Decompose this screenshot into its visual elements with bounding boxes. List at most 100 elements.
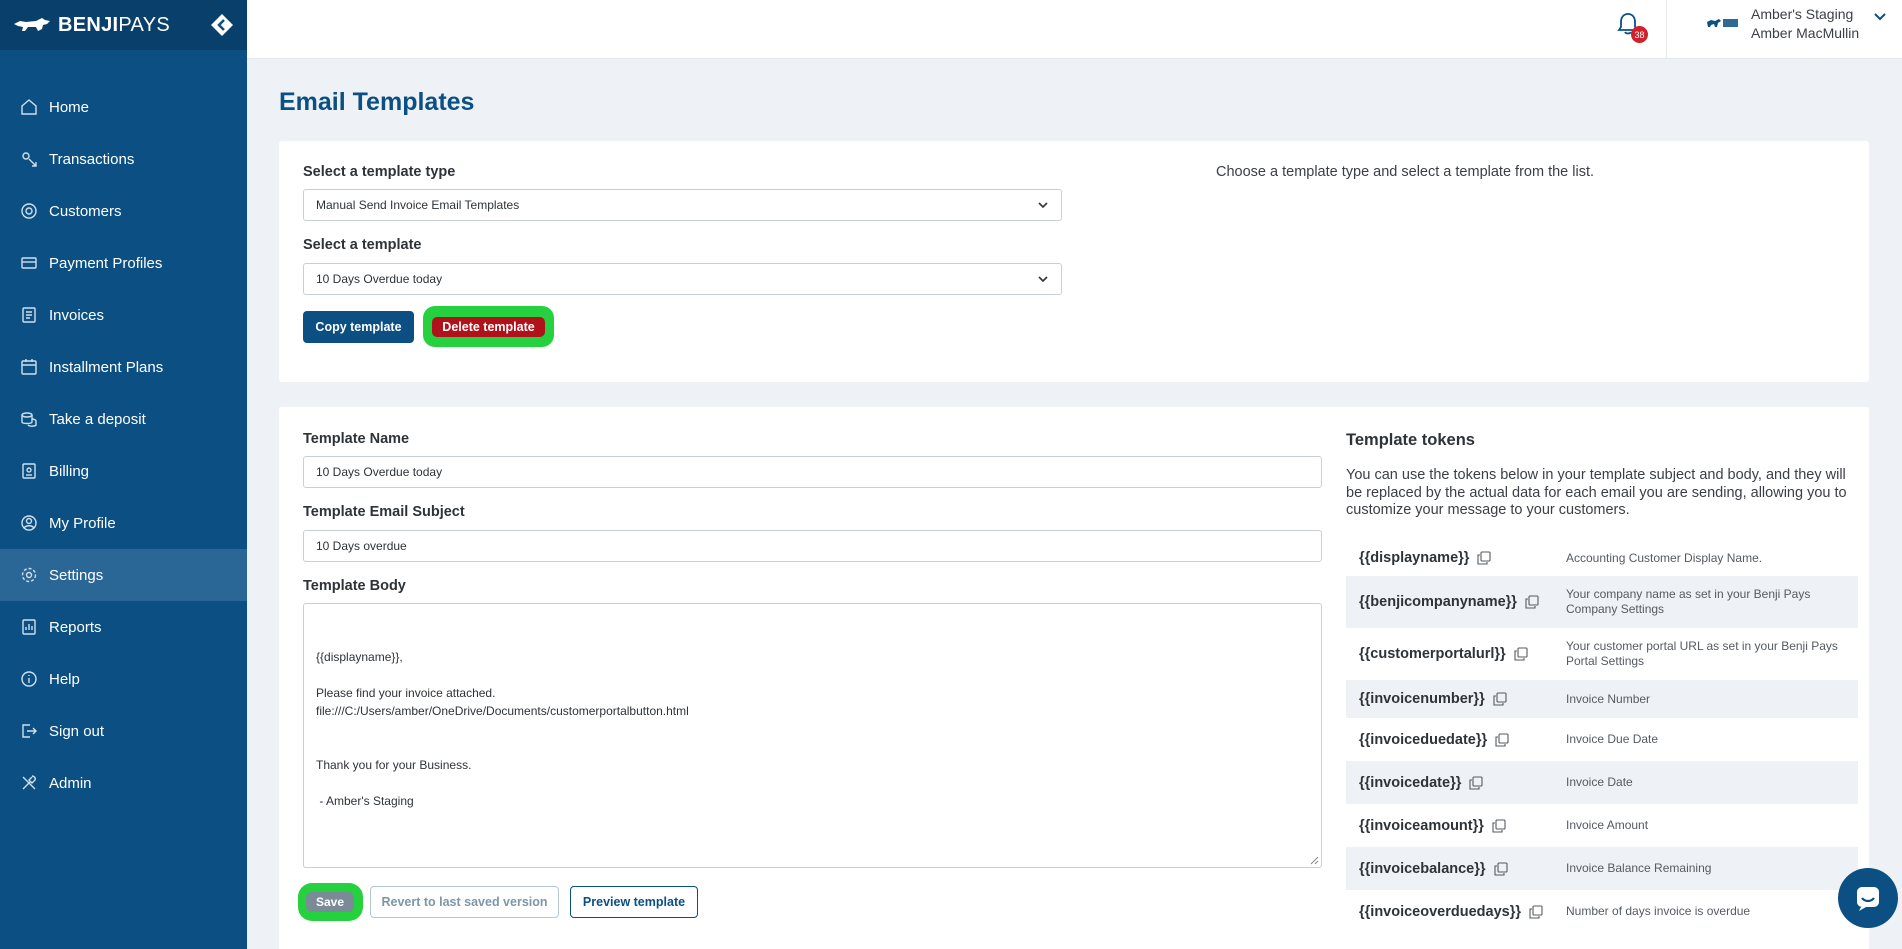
token-description: Invoice Number <box>1566 691 1651 706</box>
token-name-text: {{invoicenumber}} <box>1359 691 1485 707</box>
token-name: {{customerportalurl}} <box>1359 646 1566 662</box>
invoices-icon <box>20 306 38 324</box>
template-body-textarea[interactable]: {{displayname}}, Please find your invoic… <box>303 603 1322 868</box>
benji-dog-logo-icon <box>14 18 50 31</box>
copy-icon[interactable] <box>1469 775 1483 790</box>
copy-template-button[interactable]: Copy template <box>303 311 414 343</box>
sidebar-item-label: Help <box>49 670 80 688</box>
template-selector-card: Select a template type Manual Send Invoi… <box>279 141 1869 382</box>
token-description: Number of days invoice is overdue <box>1566 904 1751 918</box>
chevron-down-icon[interactable] <box>1873 10 1887 24</box>
template-value: 10 Days Overdue today <box>316 272 443 286</box>
copy-icon[interactable] <box>1514 647 1528 661</box>
sidebar-item-label: Transactions <box>49 150 135 168</box>
token-description: Your customer portal URL as set in your … <box>1566 639 1838 668</box>
header-divider <box>1666 0 1667 59</box>
token-name: {{invoiceoverduedays}} <box>1359 904 1566 920</box>
sign-out-icon <box>20 722 38 740</box>
token-row: {{benjicompanyname}} Your company name as… <box>1346 576 1858 628</box>
token-row: {{invoicebalance}} Invoice Balance Remain… <box>1346 847 1858 890</box>
notifications-button[interactable]: 38 <box>1617 12 1648 43</box>
account-name[interactable]: Amber's Staging <box>1751 6 1853 22</box>
token-name-text: {{benjicompanyname}} <box>1359 594 1517 610</box>
template-body-value: {{displayname}}, Please find your invoic… <box>316 650 689 808</box>
sidebar-item-home[interactable]: Home <box>0 81 247 133</box>
token-name: {{invoiceamount}} <box>1359 818 1566 834</box>
tools-icon <box>20 774 38 792</box>
preview-template-button[interactable]: Preview template <box>570 886 698 918</box>
sidebar-item-help[interactable]: Help <box>0 653 247 705</box>
sidebar-item-take-a-deposit[interactable]: Take a deposit <box>0 393 247 445</box>
token-row: {{invoicedate}} Invoice Date <box>1346 761 1858 804</box>
page-title: Email Templates <box>279 88 475 116</box>
sidebar-item-customers[interactable]: Customers <box>0 185 247 237</box>
token-name-text: {{invoiceduedate}} <box>1359 731 1488 748</box>
chat-support-button[interactable] <box>1838 868 1898 928</box>
sidebar-item-admin[interactable]: Admin <box>0 757 247 809</box>
copy-icon[interactable] <box>1529 904 1543 919</box>
template-name-value: 10 Days Overdue today <box>316 465 443 479</box>
token-name: {{invoicedate}} <box>1359 775 1566 791</box>
sidebar-item-sign-out[interactable]: Sign out <box>0 705 247 757</box>
copy-icon[interactable] <box>1495 732 1509 747</box>
token-row: {{customerportalurl}} Your customer porta… <box>1346 628 1858 680</box>
sidebar-item-label: Invoices <box>49 306 105 324</box>
billing-icon <box>20 462 38 480</box>
resize-handle-icon[interactable] <box>1310 856 1319 865</box>
sidebar-item-label: My Profile <box>49 514 116 532</box>
company-logo <box>1706 13 1740 33</box>
company-logo-icon <box>1707 19 1738 27</box>
token-name-text: {{customerportalurl}} <box>1359 646 1506 662</box>
sidebar-item-installment-plans[interactable]: Installment Plans <box>0 341 247 393</box>
sidebar-collapse-button[interactable] <box>209 12 235 38</box>
template-select[interactable]: 10 Days Overdue today <box>303 263 1062 295</box>
token-description: Invoice Balance Remaining <box>1566 861 1712 875</box>
chat-icon <box>1857 887 1879 911</box>
customers-icon <box>20 202 38 220</box>
template-label: Select a template <box>303 237 422 253</box>
token-row: {{invoicenumber}} Invoice Number <box>1346 680 1858 718</box>
sidebar-item-invoices[interactable]: Invoices <box>0 289 247 341</box>
brand-name: BENJIPAYS <box>58 13 170 36</box>
copy-icon[interactable] <box>1525 595 1539 609</box>
template-body-label: Template Body <box>303 578 406 594</box>
token-name: {{invoicenumber}} <box>1359 691 1566 707</box>
template-subject-input[interactable]: 10 Days overdue <box>303 530 1322 562</box>
transactions-icon <box>20 150 38 168</box>
token-description: Invoice Due Date <box>1566 732 1659 746</box>
token-row: {{invoiceoverduedays}} Number of days inv… <box>1346 890 1858 933</box>
sidebar-item-label: Customers <box>49 202 122 220</box>
sidebar-item-my-profile[interactable]: My Profile <box>0 497 247 549</box>
reports-icon <box>20 618 38 636</box>
sidebar-item-label: Take a deposit <box>49 410 146 428</box>
user-name[interactable]: Amber MacMullin <box>1751 25 1859 41</box>
copy-icon[interactable] <box>1492 818 1506 833</box>
sidebar-item-settings[interactable]: Settings <box>0 549 247 601</box>
template-type-select[interactable]: Manual Send Invoice Email Templates <box>303 189 1062 221</box>
token-description: Accounting Customer Display Name. <box>1566 550 1763 565</box>
sidebar-item-label: Payment Profiles <box>49 254 163 272</box>
tokens-description: You can use the tokens below in your tem… <box>1346 467 1847 518</box>
template-name-input[interactable]: 10 Days Overdue today <box>303 456 1322 488</box>
token-name: {{invoicebalance}} <box>1359 861 1566 877</box>
token-name: {{benjicompanyname}} <box>1359 594 1566 610</box>
sidebar-item-payment-profiles[interactable]: Payment Profiles <box>0 237 247 289</box>
token-row: {{invoiceamount}} Invoice Amount <box>1346 804 1858 847</box>
info-icon <box>20 670 38 688</box>
template-type-label: Select a template type <box>303 164 456 180</box>
calendar-icon <box>20 358 38 376</box>
tokens-title: Template tokens <box>1346 431 1475 449</box>
token-name-text: {{invoiceoverduedays}} <box>1359 903 1521 920</box>
sidebar-item-billing[interactable]: Billing <box>0 445 247 497</box>
delete-template-button[interactable]: Delete template <box>432 317 545 337</box>
template-subject-value: 10 Days overdue <box>316 539 407 553</box>
sidebar-item-transactions[interactable]: Transactions <box>0 133 247 185</box>
copy-icon[interactable] <box>1493 692 1507 706</box>
save-button[interactable]: Save <box>306 892 354 912</box>
sidebar-item-label: Installment Plans <box>49 358 164 376</box>
tokens-table: {{displayname}} Accounting Customer Displ… <box>1346 540 1858 933</box>
copy-icon[interactable] <box>1477 551 1491 565</box>
revert-button[interactable]: Revert to last saved version <box>370 886 559 918</box>
sidebar-item-reports[interactable]: Reports <box>0 601 247 653</box>
copy-icon[interactable] <box>1493 861 1508 876</box>
